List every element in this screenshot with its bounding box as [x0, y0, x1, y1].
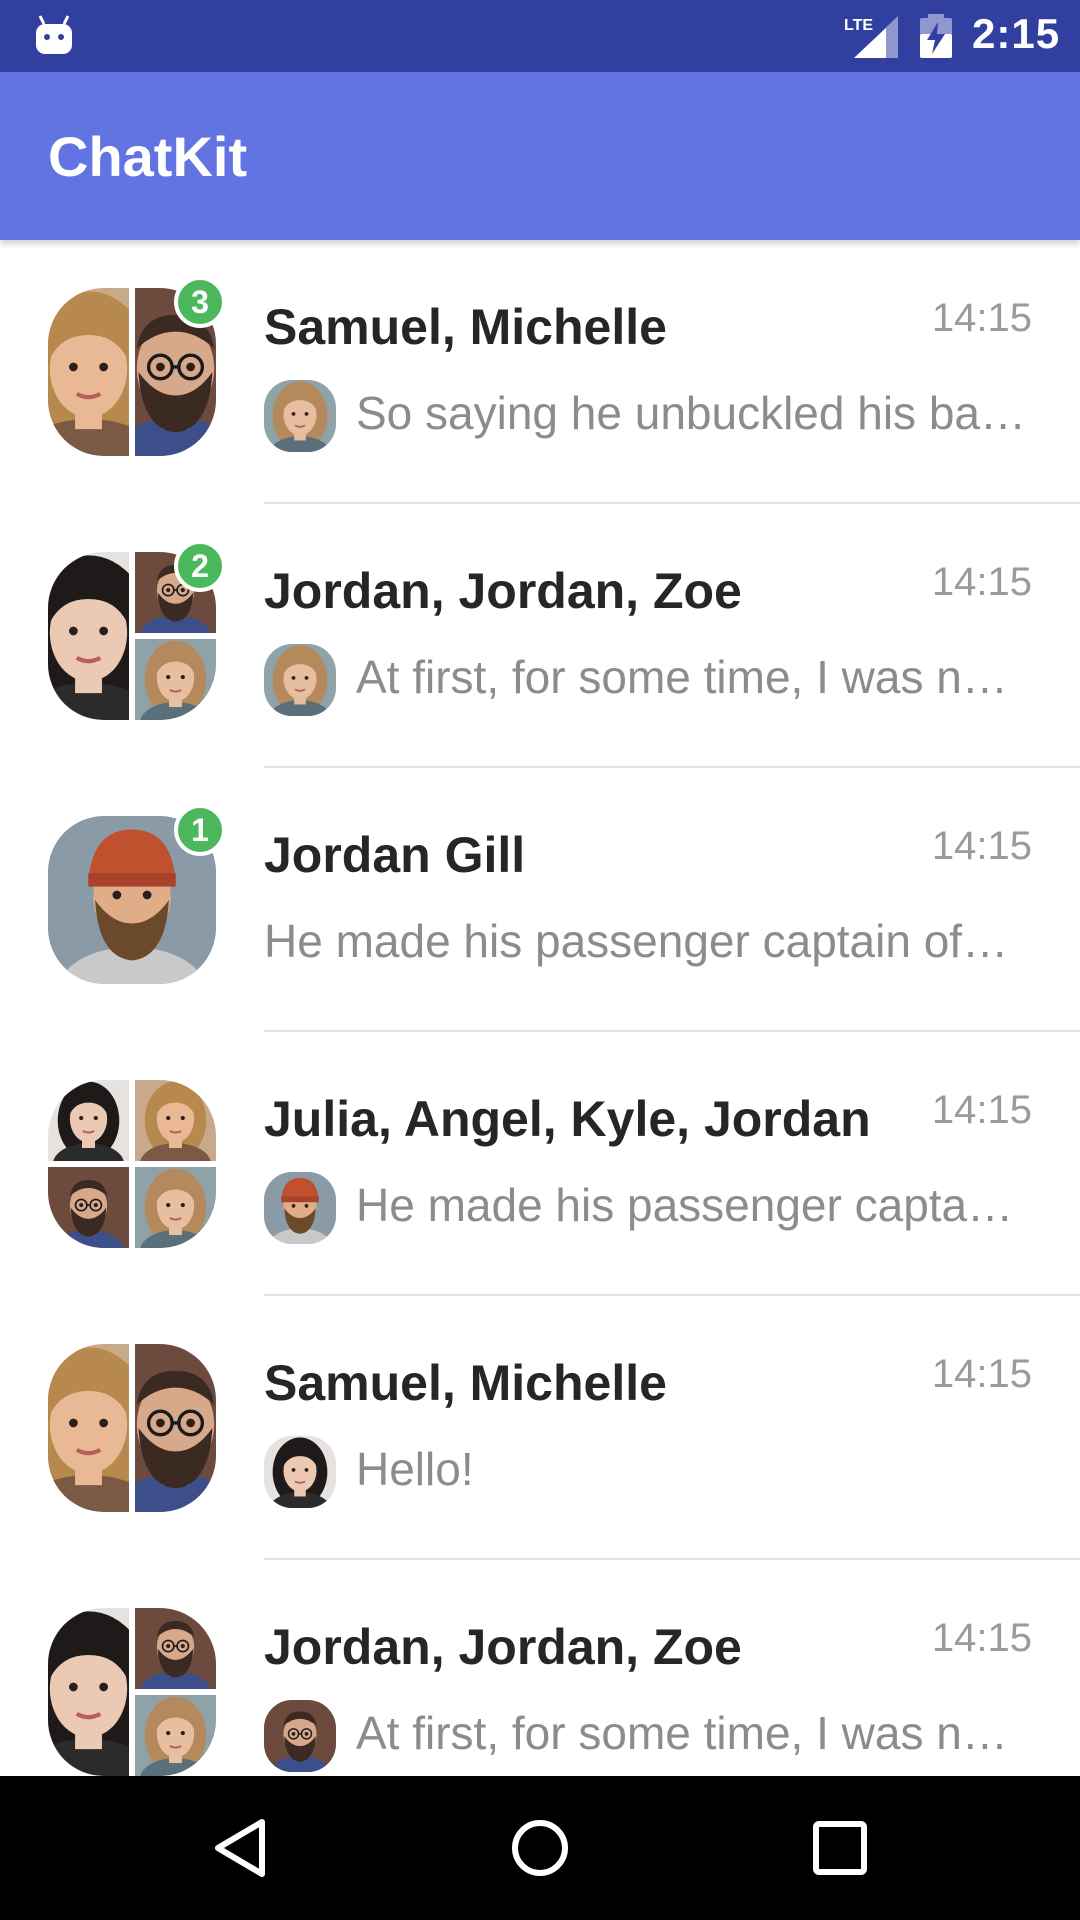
dialog-avatar[interactable] [48, 1080, 216, 1248]
last-message-author-avatar [264, 380, 336, 452]
svg-text:LTE: LTE [844, 17, 873, 34]
home-icon[interactable] [504, 1812, 576, 1884]
dialog-time: 14:15 [931, 560, 1032, 604]
last-message-author-avatar [264, 644, 336, 716]
avatar-portrait [135, 1167, 216, 1248]
avatar-portrait [48, 1080, 129, 1161]
dialog-time: 14:15 [931, 1616, 1032, 1660]
last-message-author-avatar [264, 1172, 336, 1244]
status-bar: LTE 2:15 [0, 0, 1080, 72]
dialog-time: 14:15 [931, 296, 1032, 340]
avatar-portrait [48, 1167, 129, 1248]
last-message-text: At first, for some time, I was n… [356, 1707, 1008, 1759]
last-message-text: He made his passenger captain of… [264, 915, 1009, 967]
dialog-row[interactable]: 2 Jordan, Jordan, Zoe 14:15 At first, for s… [0, 504, 1080, 768]
dialog-name: Jordan, Jordan, Zoe [264, 1619, 742, 1675]
dialog-time: 14:15 [931, 824, 1032, 868]
last-message-text: He made his passenger capta… [356, 1179, 1014, 1231]
dialog-row[interactable]: 1 Jordan Gill 14:15 He made his passenger c… [0, 768, 1080, 1032]
avatar-portrait [135, 1695, 216, 1776]
lte-signal-icon: LTE [844, 16, 898, 58]
status-clock: 2:15 [972, 10, 1061, 57]
app-bar: ChatKit [0, 72, 1080, 240]
last-message-text: Hello! [356, 1443, 474, 1495]
dialog-avatar[interactable] [48, 1608, 216, 1776]
battery-charging-icon [920, 14, 952, 58]
avatar-portrait [48, 1344, 129, 1512]
avatar-portrait [48, 552, 129, 720]
avatar-portrait [135, 1608, 216, 1689]
android-notification-icon [36, 15, 72, 54]
avatar-portrait [135, 1080, 216, 1161]
last-message-text: At first, for some time, I was n… [356, 651, 1008, 703]
unread-count-badge: 3 [174, 276, 226, 328]
recents-icon[interactable] [804, 1812, 876, 1884]
dialog-time: 14:15 [931, 1088, 1032, 1132]
dialog-name: Jordan, Jordan, Zoe [264, 563, 742, 619]
unread-count-badge: 2 [174, 540, 226, 592]
dialog-row[interactable]: 3 Samuel, Michelle 14:15 So saying he unbuc… [0, 240, 1080, 504]
back-icon[interactable] [204, 1812, 276, 1884]
avatar-portrait [135, 639, 216, 720]
avatar-portrait [48, 288, 129, 456]
app-title: ChatKit [48, 125, 248, 188]
avatar-portrait [135, 1344, 216, 1512]
dialog-time: 14:15 [931, 1352, 1032, 1396]
dialog-name: Samuel, Michelle [264, 299, 667, 355]
dialog-avatar[interactable] [48, 1344, 216, 1512]
dialog-row[interactable]: Julia, Angel, Kyle, Jordan 14:15 He made h… [0, 1032, 1080, 1296]
unread-count-badge: 1 [174, 804, 226, 856]
dialog-name: Jordan Gill [264, 827, 526, 883]
avatar-portrait [48, 1608, 129, 1776]
last-message-author-avatar [264, 1436, 336, 1508]
navigation-bar [0, 1776, 1080, 1920]
dialog-name: Julia, Angel, Kyle, Jordan [264, 1091, 871, 1147]
dialog-row[interactable]: Samuel, Michelle 14:15 Hello! [0, 1296, 1080, 1560]
dialog-name: Samuel, Michelle [264, 1355, 667, 1411]
last-message-author-avatar [264, 1700, 336, 1772]
dialog-list[interactable]: 3 Samuel, Michelle 14:15 So saying he unbuc… [0, 240, 1080, 1776]
dialog-row[interactable]: Jordan, Jordan, Zoe 14:15 At first, for so… [0, 1560, 1080, 1776]
last-message-text: So saying he unbuckled his ba… [356, 387, 1026, 439]
